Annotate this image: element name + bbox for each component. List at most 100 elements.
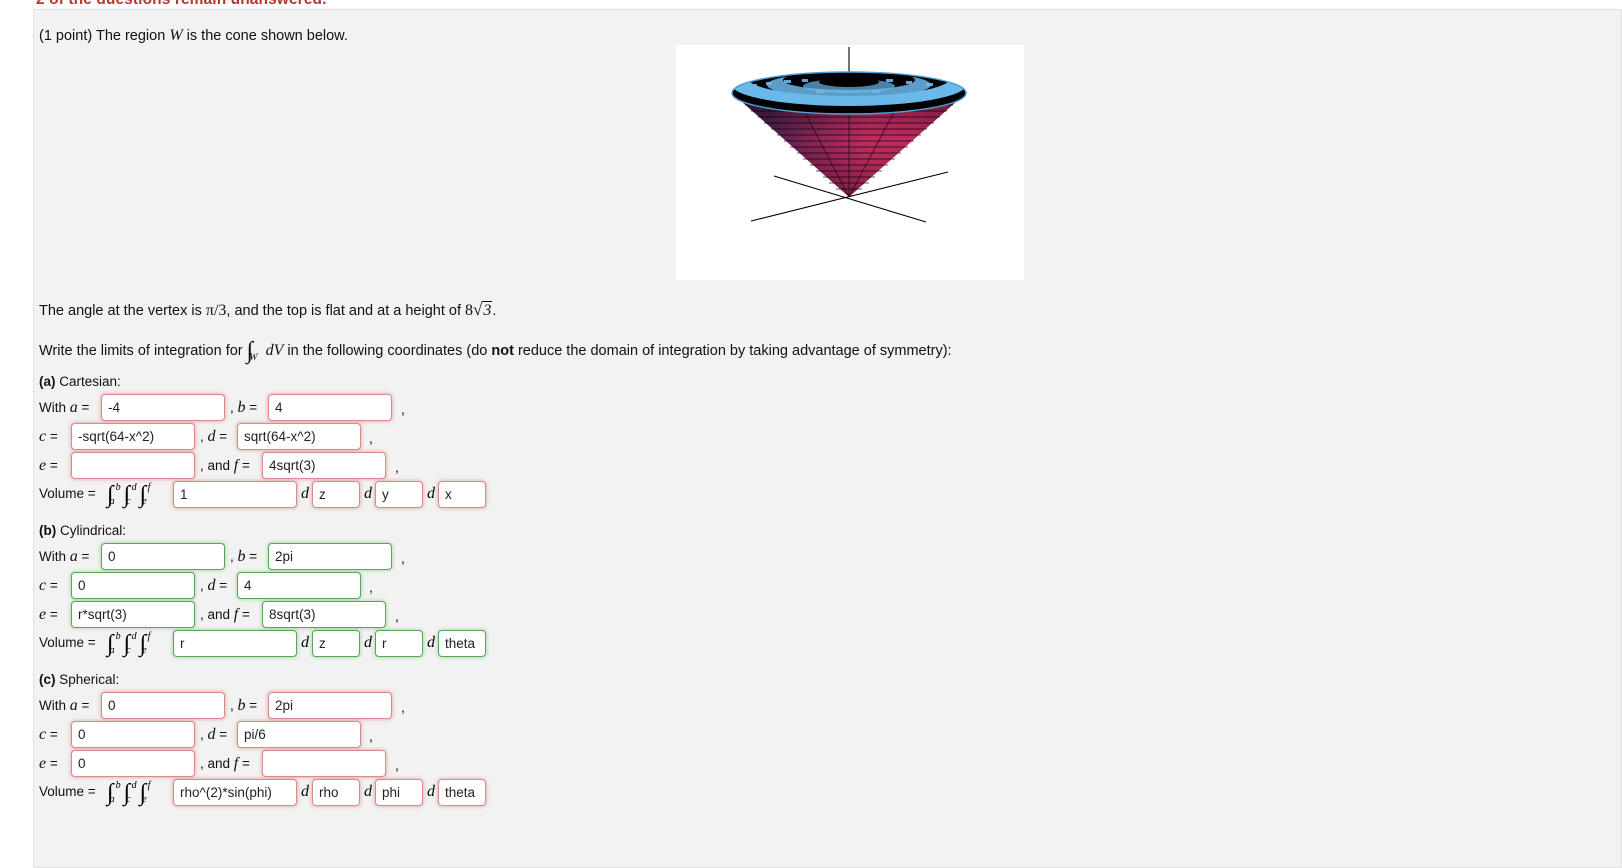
section-name: Cylindrical: [60,523,127,538]
field-cartesian-a[interactable] [101,394,225,421]
field-spherical-e[interactable] [71,750,195,777]
field-cartesian-b[interactable] [268,394,392,421]
field-spherical-d[interactable] [237,721,361,748]
field-cartesian-integrand[interactable] [173,481,297,508]
field-spherical-a[interactable] [101,692,225,719]
row-volume: Volume = ∫ab∫cd∫ef d d d [39,479,559,510]
row-volume: Volume = ∫ab∫cd∫ef d d d [39,628,559,659]
write-mid: in the following coordinates (do [287,343,488,359]
row-cd: c = , d =, [39,719,559,748]
sqrt-three: √3 [473,300,493,319]
field-cartesian-dv3[interactable] [438,481,486,508]
label-c: c = [39,577,58,594]
problem-panel: (1 point) The region W is the cone shown… [33,9,1622,868]
comma-ab: , [401,550,405,566]
field-cylindrical-b[interactable] [268,543,392,570]
unanswered-alert: 2 of the questions remain unanswered. [36,0,327,4]
section-name: Cartesian: [59,374,121,389]
label-with-a: With a = [39,697,90,714]
label-b: , b = [230,548,258,565]
cone-figure [676,45,1024,280]
section-title-spherical: (c) Spherical: [39,672,559,687]
instruction-line: Write the limits of integration for ∫W d… [39,335,952,364]
field-spherical-b[interactable] [268,692,392,719]
field-spherical-dv1[interactable] [312,779,360,806]
angle-description: The angle at the vertex is π/3, and the … [39,300,496,320]
section-cylindrical: (b) Cylindrical:With a =, b =,c =, d =,e… [39,523,559,659]
field-cylindrical-f[interactable] [262,601,386,628]
comma-cd: , [369,728,373,744]
section-title-cartesian: (a) Cartesian: [39,374,559,389]
label-c: c = [39,428,58,445]
field-spherical-c[interactable] [71,721,195,748]
field-cartesian-c[interactable] [71,423,195,450]
problem-statement: (1 point) The region W is the cone shown… [39,27,348,45]
field-cartesian-e[interactable] [71,452,195,479]
section-letter: (b) [39,523,57,538]
section-name: Spherical: [59,672,120,687]
field-cartesian-f[interactable] [262,452,386,479]
comma-ef: , [395,459,399,475]
volume-label: Volume = [39,784,96,799]
section-letter: (a) [39,374,56,389]
field-cylindrical-a[interactable] [101,543,225,570]
write-pre: Write the limits of integration for [39,343,243,359]
row-ef: e = , and f =, [39,748,559,777]
section-spherical: (c) Spherical:With a =, b =,c =, d =,e =… [39,672,559,808]
field-spherical-f[interactable] [262,750,386,777]
label-with-a: With a = [39,399,90,416]
field-spherical-integrand[interactable] [173,779,297,806]
field-cartesian-dv2[interactable] [375,481,423,508]
triple-integral-symbol: ∫ab ∫cd ∫ef [107,482,151,508]
height-coeff: 8 [465,302,474,319]
section-title-cylindrical: (b) Cylindrical: [39,523,559,538]
triple-integral-symbol: ∫ab ∫cd ∫ef [107,780,151,806]
volume-label: Volume = [39,486,96,501]
problem-points-tail: is the cone shown below. [186,28,348,44]
label-d: , d = [200,428,228,445]
comma-cd: , [369,579,373,595]
row-volume: Volume = ∫ab∫cd∫ef d d d [39,777,559,808]
dvar-1: d [301,783,309,800]
region-symbol: W [169,27,183,44]
row-ab: With a = , b =, [39,690,559,719]
angle-value: π/3 [205,302,227,319]
dvar-3: d [427,634,435,651]
field-spherical-dv2[interactable] [375,779,423,806]
field-cartesian-dv1[interactable] [312,481,360,508]
triple-integral-symbol: ∫ab ∫cd ∫ef [107,631,151,657]
row-ab: With a = , b =, [39,541,559,570]
row-ef: e = , and f =, [39,450,559,479]
section-letter: (c) [39,672,56,687]
label-b: , b = [230,697,258,714]
label-and-f: , and f = [200,755,250,772]
field-cylindrical-dv1[interactable] [312,630,360,657]
field-cylindrical-e[interactable] [71,601,195,628]
field-spherical-dv3[interactable] [438,779,486,806]
field-cylindrical-integrand[interactable] [173,630,297,657]
field-cartesian-d[interactable] [237,423,361,450]
dvar-2: d [364,783,372,800]
label-b: , b = [230,399,258,416]
label-d: , d = [200,577,228,594]
field-cylindrical-dv3[interactable] [438,630,486,657]
row-ab: With a = , b =, [39,392,559,421]
dvar-1: d [301,485,309,502]
label-with-a: With a = [39,548,90,565]
row-ef: e = , and f =, [39,599,559,628]
comma-ab: , [401,699,405,715]
integral-subscript: W [249,352,258,363]
dvar-2: d [364,485,372,502]
volume-label: Volume = [39,635,96,650]
field-cylindrical-c[interactable] [71,572,195,599]
integral-dv: dV [265,342,284,359]
comma-cd: , [369,430,373,446]
field-cylindrical-d[interactable] [237,572,361,599]
label-and-f: , and f = [200,606,250,623]
angle-end: . [492,303,497,319]
comma-ab: , [401,401,405,417]
section-cartesian: (a) Cartesian:With a =, b =,c =, d =,e =… [39,374,559,510]
field-cylindrical-dv2[interactable] [375,630,423,657]
label-c: c = [39,726,58,743]
comma-ef: , [395,608,399,624]
